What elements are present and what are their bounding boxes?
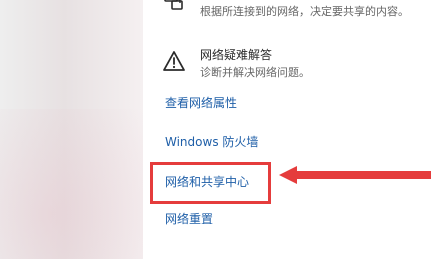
desktop-background [0,0,143,259]
windows-firewall-link[interactable]: Windows 防火墙 [165,134,258,150]
sharing-options-item[interactable]: 根据所连接到的网络，决定要共享的内容。 [161,0,431,26]
red-left-arrow-icon [279,166,431,184]
share-icon [162,0,188,15]
view-network-properties-link[interactable]: 查看网络属性 [165,95,237,111]
troubleshooter-subtitle: 诊断并解决网络问题。 [200,66,310,79]
sharing-options-description: 根据所连接到的网络，决定要共享的内容。 [200,5,409,18]
network-reset-link[interactable]: 网络重置 [165,211,213,227]
troubleshooter-title: 网络疑难解答 [200,48,273,62]
network-troubleshooter-item[interactable]: 网络疑难解答 诊断并解决网络问题。 [161,45,431,85]
sharing-center-highlight-box [150,162,271,204]
warning-triangle-icon [161,49,187,75]
